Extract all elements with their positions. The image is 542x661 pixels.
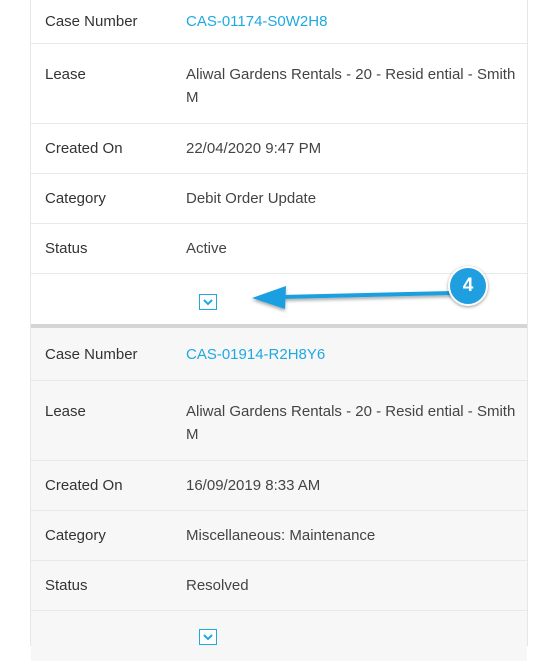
- chevron-down-icon: [203, 633, 213, 640]
- case-card: Case Number CAS-01914-R2H8Y6 Lease Aliwa…: [31, 324, 527, 661]
- created-on-value: 16/09/2019 8:33 AM: [186, 477, 321, 494]
- expand-row: [31, 611, 527, 661]
- field-label: Case Number: [45, 345, 138, 363]
- field-row-status: Status Active: [31, 224, 527, 274]
- lease-value: Aliwal Gardens Rentals - 20 - Resid enti…: [186, 66, 516, 106]
- field-label: Category: [45, 190, 106, 207]
- category-value: Debit Order Update: [186, 190, 317, 207]
- case-list-panel: Case Number CAS-01174-S0W2H8 Lease Aliwa…: [30, 0, 528, 661]
- chevron-down-icon: [203, 298, 213, 305]
- field-row-created-on: Created On 16/09/2019 8:33 AM: [31, 461, 527, 511]
- field-row-status: Status Resolved: [31, 561, 527, 611]
- case-number-link[interactable]: CAS-01174-S0W2H8: [186, 10, 527, 33]
- field-row-lease: Lease Aliwal Gardens Rentals - 20 - Resi…: [31, 381, 527, 461]
- case-number-link[interactable]: CAS-01914-R2H8Y6: [186, 343, 527, 366]
- field-row-category: Category Miscellaneous: Maintenance: [31, 511, 527, 561]
- category-value: Miscellaneous: Maintenance: [186, 527, 376, 544]
- field-label: Created On: [45, 477, 123, 494]
- field-label: Status: [45, 577, 88, 594]
- status-value: Resolved: [186, 577, 249, 594]
- created-on-value: 22/04/2020 9:47 PM: [186, 140, 322, 157]
- field-label: Status: [45, 240, 88, 257]
- field-label: Created On: [45, 140, 123, 157]
- field-row-case-number: Case Number CAS-01174-S0W2H8: [31, 0, 527, 44]
- field-row-case-number: Case Number CAS-01914-R2H8Y6: [31, 328, 527, 381]
- step-badge: 4: [448, 266, 488, 306]
- field-label: Lease: [45, 66, 86, 83]
- field-row-created-on: Created On 22/04/2020 9:47 PM: [31, 124, 527, 174]
- status-value: Active: [186, 240, 227, 257]
- field-label: Category: [45, 527, 106, 544]
- field-row-lease: Lease Aliwal Gardens Rentals - 20 - Resi…: [31, 44, 527, 124]
- field-label: Case Number: [45, 13, 138, 30]
- field-row-category: Category Debit Order Update: [31, 174, 527, 224]
- expand-details-button[interactable]: [199, 294, 217, 310]
- lease-value: Aliwal Gardens Rentals - 20 - Resid enti…: [186, 403, 516, 443]
- field-label: Lease: [45, 403, 86, 420]
- expand-details-button[interactable]: [199, 629, 217, 645]
